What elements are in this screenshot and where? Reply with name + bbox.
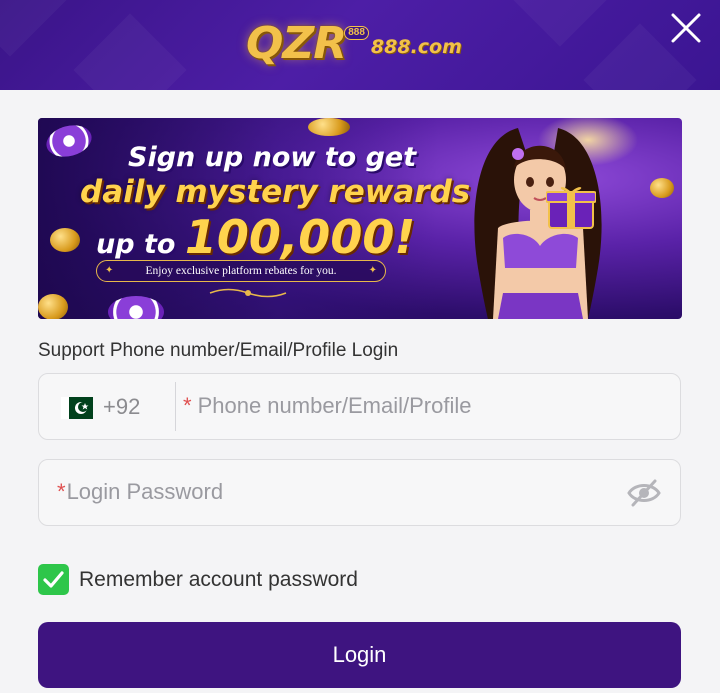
header-pattern [0,0,67,57]
promo-banner[interactable]: Sign up now to get daily mystery rewards… [38,118,682,319]
ornament-icon [209,288,287,298]
banner-subtitle: Enjoy exclusive platform rebates for you… [96,260,386,282]
gold-coin-image [650,178,674,198]
logo-badge: 888 [344,26,369,40]
banner-headline-3: up to 100,000! [96,210,415,264]
login-method-label: Support Phone number/Email/Profile Login [38,340,399,361]
field-divider [175,382,176,431]
close-icon [671,13,701,43]
banner-headline-3-prefix: up to [96,229,176,260]
password-input-placeholder: Login Password [66,479,224,504]
banner-reward-amount: 100,000! [184,210,416,264]
gift-box-image [546,187,596,229]
country-code[interactable]: +92 [103,394,140,420]
phone-input[interactable]: * Phone number/Email/Profile [183,374,668,438]
check-icon [43,571,64,588]
phone-field[interactable]: +92 * Phone number/Email/Profile [38,373,681,440]
brand-logo: QZR 888 888.com [246,14,462,70]
gold-coin-image [308,118,350,136]
gold-coin-image [38,294,68,319]
banner-headline-2: daily mystery rewards [80,174,471,210]
banner-headline-1: Sign up now to get [128,142,417,173]
remember-checkbox[interactable] [38,564,69,595]
pakistan-flag-icon[interactable] [61,397,93,419]
remember-label: Remember account password [79,567,358,591]
password-input[interactable]: * Login Password [57,460,620,524]
password-field[interactable]: * Login Password [38,459,681,526]
eye-slash-icon[interactable] [627,478,661,508]
required-mark: * [57,479,66,504]
logo-main-text: QZR [246,18,347,69]
header-pattern [503,0,617,47]
login-button[interactable]: Login [38,622,681,688]
phone-input-placeholder: Phone number/Email/Profile [197,393,472,418]
logo-domain: 888.com [370,36,462,58]
gold-coin-image [50,228,80,252]
remember-password-row[interactable]: Remember account password [38,564,358,595]
modal-header: QZR 888 888.com [0,0,720,90]
close-button[interactable] [668,10,704,46]
required-mark: * [183,393,192,418]
header-pattern [73,13,187,90]
